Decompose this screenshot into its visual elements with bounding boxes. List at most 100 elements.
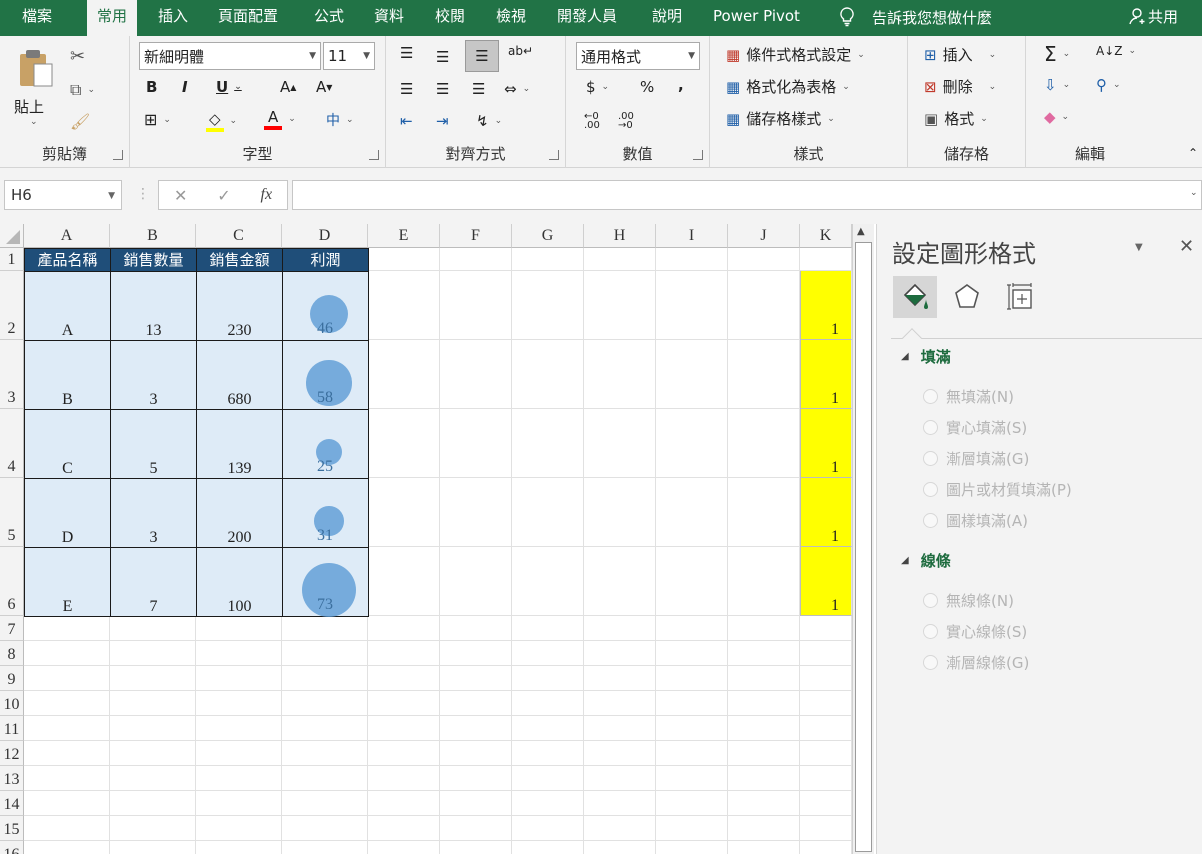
grid-cell[interactable] [282, 766, 368, 791]
font-launcher-icon[interactable] [369, 150, 379, 160]
grid-cell[interactable] [282, 641, 368, 666]
grid-cell[interactable] [440, 816, 512, 841]
table-header-cell[interactable]: 銷售數量 [110, 248, 197, 272]
grid-cell[interactable] [440, 766, 512, 791]
grid-cell[interactable] [368, 547, 440, 616]
grid-cell[interactable] [656, 841, 728, 854]
grid-cell[interactable] [196, 791, 282, 816]
row-header[interactable]: 14 [0, 791, 24, 816]
table-header-cell[interactable]: 銷售金額 [196, 248, 283, 272]
row-header[interactable]: 13 [0, 766, 24, 791]
clear-button[interactable]: ◆ ⌄ [1044, 108, 1069, 126]
fill-line-tab[interactable] [893, 276, 937, 318]
grid-cell[interactable] [110, 666, 196, 691]
radio-no-line[interactable]: 無線條(N) [923, 590, 1014, 611]
grid-cell[interactable] [584, 271, 656, 340]
grid-cell[interactable] [584, 816, 656, 841]
grid-cell[interactable] [282, 791, 368, 816]
grid-cell[interactable] [728, 816, 800, 841]
grid-cell[interactable] [800, 841, 852, 854]
grid-cell[interactable] [196, 641, 282, 666]
col-header-h[interactable]: H [584, 224, 656, 248]
cell-styles-button[interactable]: ▦ 儲存格樣式 ⌄ [726, 108, 835, 129]
grid-cell[interactable] [24, 816, 110, 841]
table-cell-qty[interactable]: 3 [110, 478, 197, 548]
grid-cell[interactable] [584, 409, 656, 478]
tab-page-layout[interactable]: 頁面配置 [218, 0, 278, 36]
collapse-ribbon-icon[interactable]: ⌃ [1188, 146, 1198, 160]
grid-cell[interactable] [656, 716, 728, 741]
grid-cell[interactable] [368, 248, 440, 271]
grid-cell[interactable] [512, 478, 584, 547]
grid-cell[interactable] [110, 841, 196, 854]
fill-button[interactable]: ⇩ ⌄ [1044, 76, 1070, 94]
grid-cell[interactable] [512, 248, 584, 271]
share-button[interactable]: 共用 [1128, 3, 1178, 29]
grid-cell[interactable] [24, 766, 110, 791]
grid-cell[interactable] [728, 741, 800, 766]
orientation-button[interactable]: ab↵ [508, 44, 533, 58]
grid-cell[interactable] [196, 691, 282, 716]
grid-cell[interactable] [440, 271, 512, 340]
radio-gradient-fill[interactable]: 漸層填滿(G) [923, 448, 1029, 469]
grid-cell[interactable] [368, 409, 440, 478]
grid-cell[interactable] [584, 841, 656, 854]
tab-formulas[interactable]: 公式 [314, 0, 344, 36]
tab-review[interactable]: 校閱 [435, 0, 465, 36]
tab-help[interactable]: 說明 [652, 0, 682, 36]
row-header[interactable]: 6 [0, 547, 24, 616]
tab-home[interactable]: 常用 [87, 0, 138, 36]
grid-cell[interactable] [440, 666, 512, 691]
insert-cells-button[interactable]: ⊞ 插入 ⌄ [924, 44, 996, 65]
grid-cell[interactable] [24, 666, 110, 691]
col-header-b[interactable]: B [110, 224, 196, 248]
font-size-select[interactable]: 11 ▼ [323, 42, 375, 70]
grid-cell[interactable] [656, 340, 728, 409]
grid-cell[interactable] [728, 271, 800, 340]
grid-cell[interactable] [440, 691, 512, 716]
phonetic-button[interactable]: 中 ⌄ [326, 110, 354, 130]
grid-cell[interactable] [728, 340, 800, 409]
align-left-button[interactable]: ☰ [400, 80, 413, 98]
col-header-f[interactable]: F [440, 224, 512, 248]
col-header-d[interactable]: D [282, 224, 368, 248]
cancel-icon[interactable]: ✕ [174, 186, 187, 205]
grid-cell[interactable] [656, 816, 728, 841]
grid-cell[interactable] [584, 616, 656, 641]
number-launcher-icon[interactable] [693, 150, 703, 160]
increase-decimal-button[interactable]: ←0.00 [584, 112, 600, 131]
tab-view[interactable]: 檢視 [496, 0, 526, 36]
grid-cell[interactable] [368, 616, 440, 641]
grid-cell[interactable] [368, 716, 440, 741]
col-header-i[interactable]: I [656, 224, 728, 248]
increase-indent-button[interactable]: ⇥ [436, 112, 449, 130]
grid-cell[interactable] [110, 691, 196, 716]
grid-cell[interactable] [656, 271, 728, 340]
table-cell-qty[interactable]: 13 [110, 271, 197, 341]
row-header[interactable]: 11 [0, 716, 24, 741]
grid-cell[interactable] [584, 641, 656, 666]
grid-cell[interactable] [512, 716, 584, 741]
grid-cell[interactable] [584, 791, 656, 816]
grid-cell[interactable] [368, 766, 440, 791]
grid-cell[interactable] [728, 766, 800, 791]
grid-cell[interactable] [512, 766, 584, 791]
tab-insert[interactable]: 插入 [158, 0, 188, 36]
grid-cell[interactable] [440, 340, 512, 409]
align-center-button[interactable]: ☰ [436, 80, 449, 98]
vertical-scrollbar[interactable]: ▲ [852, 224, 874, 854]
table-cell-qty[interactable]: 7 [110, 547, 197, 617]
tab-power-pivot[interactable]: Power Pivot [713, 0, 800, 36]
grid-cell[interactable] [512, 666, 584, 691]
tell-me-search[interactable]: 告訴我您想做什麼 [840, 4, 992, 30]
grid-cell[interactable] [368, 791, 440, 816]
grid-cell[interactable] [656, 478, 728, 547]
grid-cell[interactable] [368, 741, 440, 766]
table-cell-name[interactable]: E [24, 547, 111, 617]
grid-cell[interactable] [800, 641, 852, 666]
bold-button[interactable]: B [146, 78, 157, 96]
radio-solid-line[interactable]: 實心線條(S) [923, 621, 1027, 642]
radio-gradient-line[interactable]: 漸層線條(G) [923, 652, 1029, 673]
find-select-button[interactable]: ⚲ ⌄ [1096, 76, 1121, 94]
grid-cell[interactable] [196, 816, 282, 841]
